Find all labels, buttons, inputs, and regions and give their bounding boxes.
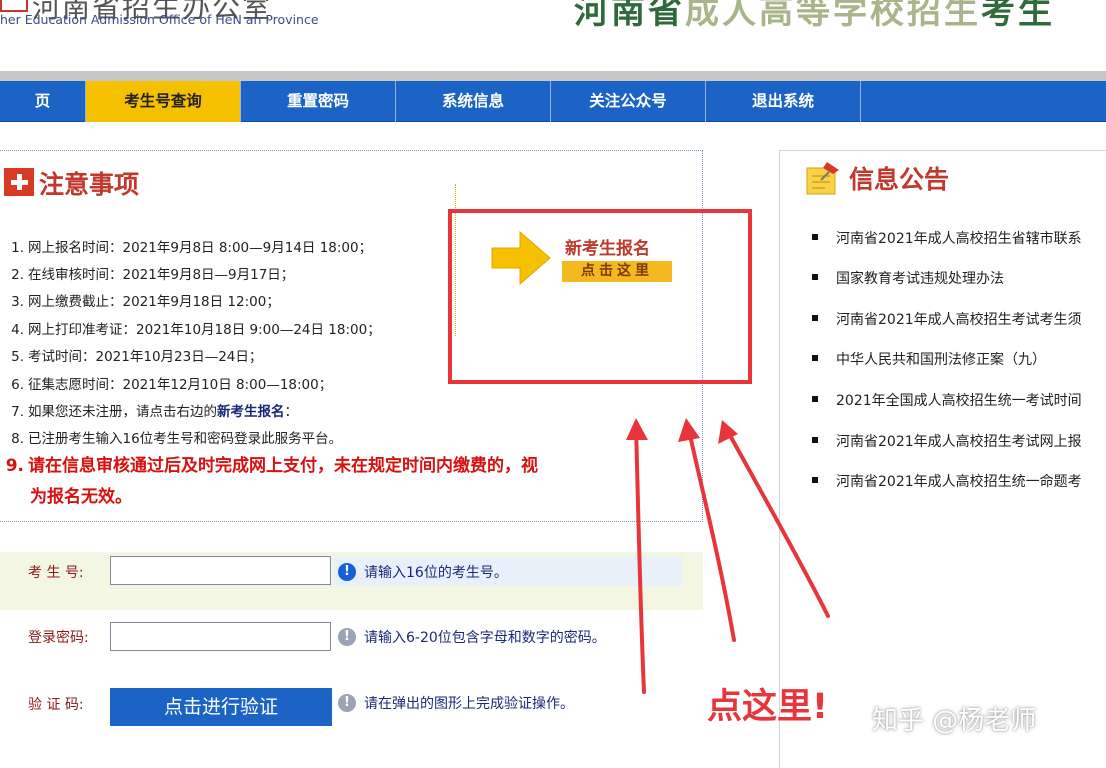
logo-icon (0, 0, 28, 12)
watermark: 知乎 @杨老师 (872, 706, 1037, 736)
banner-title: 河南省成人高等学校招生考生 (574, 0, 1055, 33)
highlight-box (448, 209, 752, 384)
password-input[interactable] (110, 622, 331, 651)
nav-reset-password[interactable]: 重置密码 (241, 81, 396, 122)
info-list-item[interactable]: 国家教育考试违规处理办法 (812, 269, 1106, 289)
notice-text: ： (284, 404, 299, 420)
notice-text: 网上缴费截止：2021年9月18日 12:00； (28, 294, 280, 310)
notice-num: 9. (5, 456, 24, 476)
nav-system-info[interactable]: 系统信息 (396, 81, 551, 122)
info-list-item[interactable]: 2021年全国成人高校招生统一考试时间 (812, 391, 1106, 411)
notice-text: 网上报名时间：2021年9月8日 8:00—9月14日 18:00； (28, 240, 373, 256)
notice-warning-continued: 为报名无效。 (30, 487, 132, 507)
nav-logout[interactable]: 退出系统 (706, 81, 861, 122)
info-title: 信息公告 (849, 165, 950, 194)
bullet-icon (812, 437, 818, 443)
info-item-text[interactable]: 国家教育考试违规处理办法 (836, 271, 1004, 287)
notice-item: 7. 如果您还未注册，请点击右边的新考生报名： (0, 402, 298, 422)
info-list-item[interactable]: 河南省2021年成人高校招生考试网上报 (812, 432, 1106, 452)
info-list-item[interactable]: 河南省2021年成人高校招生省辖市联系 (812, 229, 1106, 249)
notice-text: 网上打印准考证：2021年10月18日 9:00—24日 18:00； (28, 322, 381, 338)
info-icon: ! (338, 628, 356, 646)
notice-item: 2. 在线审核时间：2021年9月8日—9月17日； (0, 265, 294, 285)
exam-no-label: 考 生 号: (28, 565, 84, 581)
notice-item: 8. 已注册考生输入16位考生号和密码登录此服务平台。 (0, 429, 342, 449)
new-register-link[interactable]: 新考生报名 (217, 404, 285, 420)
notice-text: 考试时间：2021年10月23日—24日； (28, 349, 263, 365)
info-item-text[interactable]: 河南省2021年成人高校招生考试考生须 (836, 312, 1082, 328)
info-list-item[interactable]: 河南省2021年成人高校招生考试考生须 (812, 310, 1106, 330)
captcha-verify-button[interactable]: 点击进行验证 (110, 688, 332, 726)
notice-num: 5. (11, 349, 24, 365)
plus-icon (4, 168, 34, 196)
banner-title-part2: 成人高等学校招生 (685, 0, 981, 32)
bullet-icon (812, 315, 818, 321)
notice-num: 2. (11, 267, 24, 283)
bullet-icon (812, 234, 818, 240)
notice-text: 征集志愿时间：2021年12月10日 8:00—18:00； (28, 377, 333, 393)
banner-title-part3: 考生 (981, 0, 1055, 32)
notice-item: 4. 网上打印准考证：2021年10月18日 9:00—24日 18:00； (0, 320, 381, 340)
header-divider (0, 71, 1106, 81)
nav-exam-no-query[interactable]: 考生号查询 (86, 81, 241, 122)
info-item-text[interactable]: 河南省2021年成人高校招生考试网上报 (836, 434, 1082, 450)
notice-text: 已注册考生输入16位考生号和密码登录此服务平台。 (28, 431, 343, 447)
notice-item: 1. 网上报名时间：2021年9月8日 8:00—9月14日 18:00； (0, 238, 372, 258)
main-nav: 页 考生号查询 重置密码 系统信息 关注公众号 退出系统 (0, 81, 1106, 122)
bullet-icon (812, 274, 818, 280)
info-item-text[interactable]: 2021年全国成人高校招生统一考试时间 (836, 393, 1082, 409)
notice-item: 5. 考试时间：2021年10月23日—24日； (0, 347, 262, 367)
captcha-hint: 请在弹出的图形上完成验证操作。 (364, 696, 574, 712)
notice-item: 3. 网上缴费截止：2021年9月18日 12:00； (0, 292, 280, 312)
bullet-icon (812, 477, 818, 483)
info-item-text[interactable]: 中华人民共和国刑法修正案（九） (836, 352, 1046, 368)
notice-item-warning: 9. 请在信息审核通过后及时完成网上支付，未在规定时间内缴费的，视 (0, 456, 700, 476)
notice-item: 6. 征集志愿时间：2021年12月10日 8:00—18:00； (0, 375, 332, 395)
notice-num: 1. (11, 240, 24, 256)
notice-num: 3. (11, 294, 24, 310)
notice-title: 注意事项 (39, 170, 140, 199)
info-icon: ! (338, 694, 356, 712)
notice-text: 在线审核时间：2021年9月8日—9月17日； (28, 267, 295, 283)
info-icon: ! (338, 563, 356, 581)
info-list-item[interactable]: 中华人民共和国刑法修正案（九） (812, 350, 1106, 370)
banner-title-part1: 河南省 (574, 0, 685, 32)
notice-num: 4. (11, 322, 24, 338)
exam-no-hint: 请输入16位的考生号。 (364, 565, 508, 581)
exam-no-input[interactable] (110, 556, 331, 585)
notice-num: 6. (11, 377, 24, 393)
password-label: 登录密码: (28, 630, 89, 646)
notice-text: 请在信息审核通过后及时完成网上支付，未在规定时间内缴费的，视 (28, 456, 538, 476)
info-list-item[interactable]: 河南省2021年成人高校招生统一命题考 (812, 472, 1106, 492)
pushpin-note-icon (806, 162, 839, 195)
bullet-icon (812, 355, 818, 361)
notice-text: 如果您还未注册，请点击右边的 (28, 404, 217, 420)
password-hint: 请输入6-20位包含字母和数字的密码。 (364, 630, 606, 646)
nav-follow-account[interactable]: 关注公众号 (551, 81, 706, 122)
org-name-en: her Education Admission Office of HeN an… (0, 12, 319, 27)
captcha-label: 验 证 码: (28, 697, 84, 713)
nav-home[interactable]: 页 (0, 81, 86, 122)
notice-num: 7. (11, 404, 24, 420)
annotation-click-here: 点这里! (707, 687, 828, 727)
bullet-icon (812, 396, 818, 402)
notice-num: 8. (11, 431, 24, 447)
info-item-text[interactable]: 河南省2021年成人高校招生统一命题考 (836, 474, 1082, 490)
info-item-text[interactable]: 河南省2021年成人高校招生省辖市联系 (836, 231, 1082, 247)
